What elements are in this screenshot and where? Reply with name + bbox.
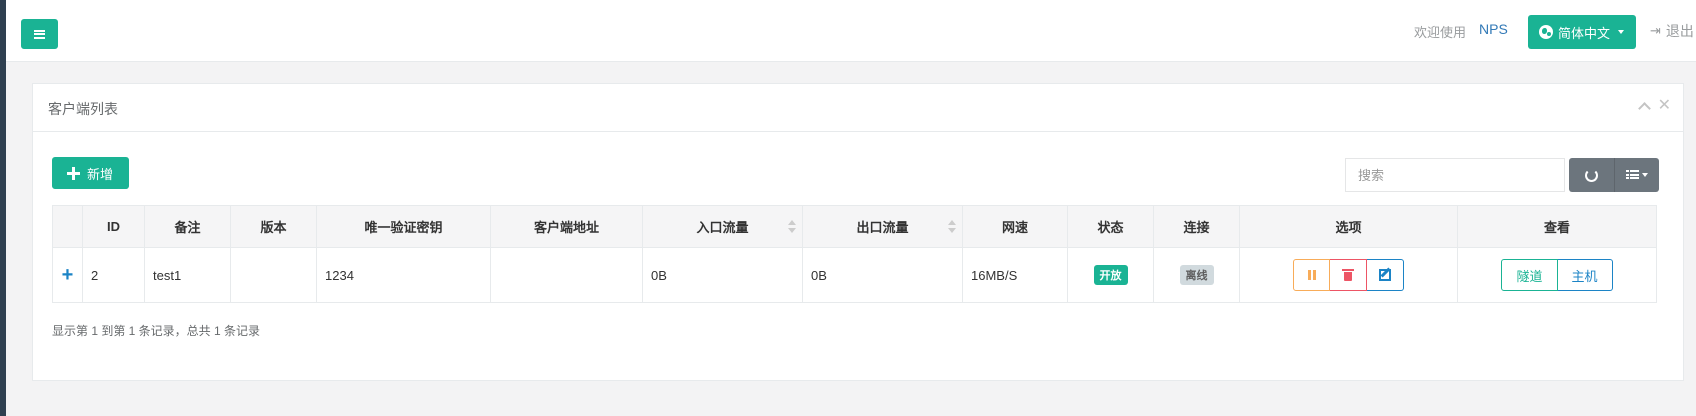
pause-icon — [1307, 270, 1316, 280]
cell-view: 隧道 主机 — [1457, 247, 1657, 303]
options-button-group — [1293, 259, 1404, 291]
edit-icon — [1379, 269, 1391, 281]
columns-toggle-button[interactable] — [1614, 158, 1659, 192]
table-header-row: ID 备注 版本 唯一验证密钥 客户端地址 入口流量 出口流量 网速 状态 连接… — [52, 205, 1657, 248]
cell-outflow: 0B — [802, 247, 963, 303]
panel-header: 客户端列表 ✕ — [33, 84, 1683, 132]
header-inflow[interactable]: 入口流量 — [642, 205, 803, 248]
brand-link[interactable]: NPS — [1479, 21, 1508, 37]
add-label: 新增 — [87, 166, 114, 182]
cell-inflow: 0B — [642, 247, 803, 303]
header-id[interactable]: ID — [82, 205, 145, 248]
cell-status: 开放 — [1067, 247, 1154, 303]
cell-version — [230, 247, 317, 303]
header-options: 选项 — [1239, 205, 1458, 248]
tunnel-button[interactable]: 隧道 — [1501, 259, 1558, 291]
delete-button[interactable] — [1330, 259, 1367, 291]
client-table: ID 备注 版本 唯一验证密钥 客户端地址 入口流量 出口流量 网速 状态 连接… — [52, 205, 1657, 303]
plus-icon — [67, 166, 80, 180]
header-rate[interactable]: 网速 — [962, 205, 1068, 248]
logout-link[interactable]: ⇥ 退出 — [1650, 21, 1694, 41]
trash-icon — [1342, 269, 1354, 281]
view-button-group: 隧道 主机 — [1501, 259, 1613, 291]
cell-addr — [490, 247, 643, 303]
panel-tools: ✕ — [1637, 98, 1671, 115]
close-icon[interactable]: ✕ — [1658, 98, 1671, 114]
header-view: 查看 — [1457, 205, 1657, 248]
pause-button[interactable] — [1293, 259, 1330, 291]
edit-button[interactable] — [1367, 259, 1404, 291]
client-list-panel: 客户端列表 ✕ 新增 ID 备注 版本 唯一验证密钥 客户端地址 — [32, 83, 1684, 381]
refresh-icon — [1585, 168, 1598, 182]
search-input[interactable] — [1345, 158, 1565, 192]
language-label: 简体中文 — [1558, 25, 1611, 41]
cell-vkey: 1234 — [316, 247, 491, 303]
sign-out-icon: ⇥ — [1650, 23, 1661, 38]
top-navbar: 欢迎使用 NPS 简体中文 ⇥ 退出 — [6, 0, 1696, 62]
sidebar-edge — [0, 0, 6, 416]
header-conn[interactable]: 连接 — [1153, 205, 1240, 248]
logout-label: 退出 — [1665, 23, 1694, 39]
list-icon — [1626, 170, 1639, 180]
table-toolbar-buttons — [1569, 158, 1659, 192]
table-row: + 2 test1 1234 0B 0B 16MB/S 开放 离线 隧道 主机 — [52, 247, 1657, 303]
connection-badge: 离线 — [1179, 265, 1214, 285]
panel-title: 客户端列表 — [48, 101, 118, 117]
header-remark[interactable]: 备注 — [144, 205, 231, 248]
caret-down-icon — [1618, 30, 1625, 34]
header-addr[interactable]: 客户端地址 — [490, 205, 643, 248]
header-expand — [52, 205, 83, 248]
header-status[interactable]: 状态 — [1067, 205, 1154, 248]
host-button[interactable]: 主机 — [1557, 259, 1613, 291]
status-badge: 开放 — [1093, 265, 1128, 285]
globe-icon — [1539, 25, 1553, 39]
cell-conn: 离线 — [1153, 247, 1240, 303]
add-client-button[interactable]: 新增 — [52, 157, 129, 189]
refresh-button[interactable] — [1569, 158, 1614, 192]
language-dropdown[interactable]: 简体中文 — [1528, 15, 1636, 49]
cell-options — [1239, 247, 1458, 303]
expand-row-icon[interactable]: + — [52, 247, 83, 303]
header-outflow[interactable]: 出口流量 — [802, 205, 963, 248]
header-vkey[interactable]: 唯一验证密钥 — [316, 205, 491, 248]
cell-rate: 16MB/S — [962, 247, 1068, 303]
collapse-icon[interactable] — [1637, 102, 1651, 115]
cell-id: 2 — [82, 247, 145, 303]
menu-toggle-button[interactable] — [21, 19, 58, 49]
cell-remark: test1 — [144, 247, 231, 303]
caret-down-icon — [1642, 173, 1648, 177]
welcome-text: 欢迎使用 — [1414, 25, 1467, 40]
header-version[interactable]: 版本 — [230, 205, 317, 248]
pagination-info: 显示第 1 到第 1 条记录，总共 1 条记录 — [52, 324, 261, 338]
hamburger-icon — [34, 29, 45, 39]
